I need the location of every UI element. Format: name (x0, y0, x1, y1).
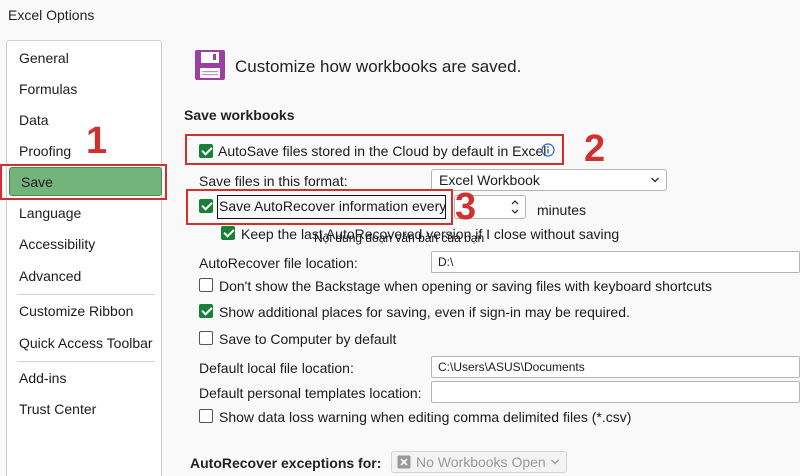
sidebar-item-trust-center[interactable]: Trust Center (7, 395, 162, 424)
window-title: Excel Options (8, 7, 95, 23)
chevron-down-icon (551, 459, 559, 465)
overlay-caption-text: Nội dung đoạn văn bản của bạn (314, 231, 485, 245)
sidebar-item-add-ins[interactable]: Add-ins (7, 364, 162, 393)
show-additional-places-label: Show additional places for saving, even … (219, 304, 630, 320)
autorecover-exceptions-label: AutoRecover exceptions for: (190, 455, 382, 471)
excel-workbook-icon (397, 455, 411, 469)
default-local-location-label: Default local file location: (199, 360, 354, 376)
annotation-number-2: 2 (584, 128, 606, 170)
keep-last-version-checkbox[interactable] (221, 226, 235, 240)
autorecover-exceptions-value: No Workbooks Open (416, 454, 546, 470)
minutes-label: minutes (537, 202, 587, 218)
sidebar-item-quick-access-toolbar[interactable]: Quick Access Toolbar (7, 329, 162, 358)
sidebar-divider (17, 294, 155, 295)
sidebar-item-formulas[interactable]: Formulas (7, 75, 162, 104)
autorecover-location-input[interactable]: D:\ (431, 251, 800, 273)
annotation-number-1: 1 (86, 120, 108, 162)
spin-down-icon[interactable] (509, 207, 521, 217)
page-heading: Customize how workbooks are saved. (235, 57, 522, 76)
sidebar-item-data[interactable]: Data (7, 106, 162, 135)
sidebar-item-accessibility[interactable]: Accessibility (7, 230, 162, 259)
options-sidebar: General Formulas Data Proofing Save Lang… (6, 40, 162, 476)
data-loss-warning-label: Show data loss warning when editing comm… (219, 409, 632, 425)
annotation-box-autorecover-row (186, 189, 453, 225)
spin-up-icon[interactable] (509, 197, 521, 207)
default-local-location-input[interactable]: C:\Users\ASUS\Documents (431, 356, 800, 378)
sidebar-divider (17, 361, 155, 362)
save-to-computer-label: Save to Computer by default (219, 331, 397, 347)
default-templates-location-label: Default personal templates location: (199, 385, 422, 401)
annotation-box-autosave (185, 134, 564, 165)
sidebar-item-language[interactable]: Language (7, 199, 162, 228)
section-title-save-workbooks: Save workbooks (184, 107, 295, 123)
default-templates-location-input[interactable] (431, 381, 800, 403)
chevron-down-icon (651, 177, 659, 183)
autorecover-location-label: AutoRecover file location: (199, 255, 358, 271)
dont-show-backstage-checkbox[interactable] (199, 278, 213, 292)
sidebar-item-customize-ribbon[interactable]: Customize Ribbon (7, 297, 162, 326)
show-additional-places-checkbox[interactable] (199, 304, 213, 318)
autorecover-exceptions-select[interactable]: No Workbooks Open (391, 451, 567, 473)
sidebar-item-general[interactable]: General (7, 44, 162, 73)
annotation-number-3: 3 (455, 186, 477, 228)
data-loss-warning-checkbox[interactable] (199, 409, 213, 423)
save-to-computer-checkbox[interactable] (199, 331, 213, 345)
sidebar-item-advanced[interactable]: Advanced (7, 262, 162, 291)
sidebar-item-proofing[interactable]: Proofing (7, 137, 162, 166)
save-floppy-icon (195, 50, 225, 80)
annotation-box-save (0, 164, 167, 200)
dont-show-backstage-label: Don't show the Backstage when opening or… (219, 278, 712, 294)
format-label: Save files in this format: (199, 173, 348, 189)
